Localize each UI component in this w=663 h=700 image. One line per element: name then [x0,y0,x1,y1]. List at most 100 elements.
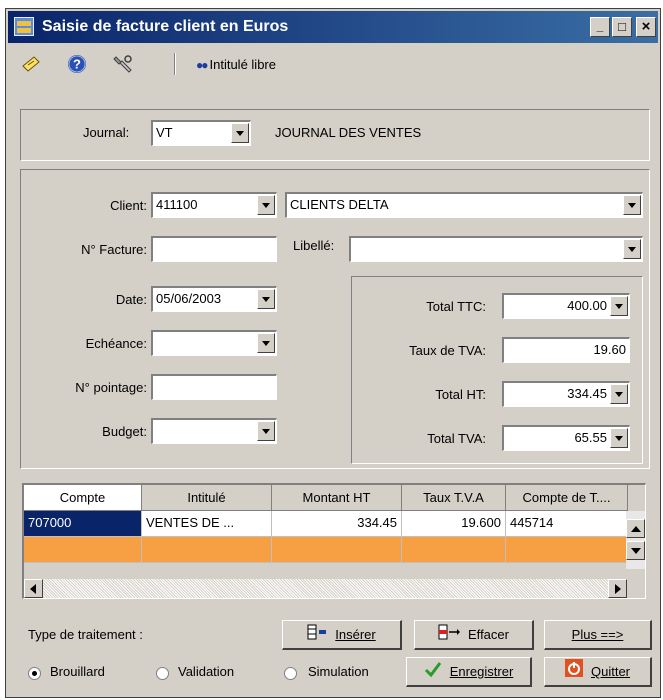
chevron-down-icon[interactable] [610,296,628,316]
client-name-value: CLIENTS DELTA [290,197,389,212]
echeance-label: Echéance: [85,336,147,351]
radio-simulation[interactable] [284,667,297,680]
title-bar[interactable]: Saisie de facture client en Euros _ □ × [8,11,658,43]
entry-grid[interactable]: Compte Intitulé Montant HT Taux T.V.A Co… [22,483,646,599]
budget-label: Budget: [102,424,147,439]
date-label: Date: [115,292,147,307]
pointage-input[interactable] [151,374,277,400]
journal-name: JOURNAL DES VENTES [275,125,422,140]
close-button[interactable]: × [636,17,656,37]
total-ttc-input[interactable]: 400.00 [502,293,630,319]
chevron-down-icon[interactable] [257,333,275,353]
table-cell-compte[interactable]: 707000 [24,511,142,537]
minimize-button[interactable]: _ [590,17,610,37]
help-icon[interactable]: ? [66,53,88,75]
journal-code-select[interactable]: VT [151,120,251,146]
journal-code-value: VT [156,125,173,140]
scroll-up-icon[interactable] [626,519,645,538]
more-label: Plus ==> [571,627,624,642]
budget-select[interactable] [151,418,277,444]
checkmark-icon [424,659,442,686]
insert-label: Insérer [335,627,376,642]
date-value: 05/06/2003 [156,291,222,306]
vertical-scrollbar[interactable] [626,511,645,569]
chevron-down-icon[interactable] [610,384,628,404]
libelle-select[interactable] [349,236,643,262]
simulation-label[interactable]: Simulation [308,664,369,679]
table-cell-compte-tva[interactable]: 445714 [506,511,628,537]
scroll-right-icon[interactable] [608,579,627,598]
total-tva-value: 65.55 [574,430,607,445]
column-header-compte-tva[interactable]: Compte de T.... [506,485,628,511]
table-cell-intitule[interactable]: VENTES DE ... [142,511,272,537]
date-picker[interactable]: 05/06/2003 [151,286,277,312]
new-row-cell[interactable] [402,537,506,563]
new-row-cell[interactable] [142,537,272,563]
scroll-down-icon[interactable] [626,541,645,560]
column-header-taux-tva[interactable]: Taux T.V.A [402,485,506,511]
client-name-select[interactable]: CLIENTS DELTA [285,192,643,218]
note-icon[interactable] [20,53,42,75]
new-row-cell[interactable] [506,537,628,563]
save-button[interactable]: Enregistrer [406,657,532,687]
insert-row-icon [307,622,327,649]
chevron-down-icon[interactable] [257,289,275,309]
radio-validation[interactable] [156,667,169,680]
column-header-compte[interactable]: Compte [24,485,142,511]
delete-row-icon [438,622,461,649]
chevron-down-icon[interactable] [231,123,249,143]
scroll-left-icon[interactable] [24,579,43,598]
client-label: Client: [110,198,147,213]
tva-rate-label: Taux de TVA: [409,343,486,358]
column-header-montant-ht[interactable]: Montant HT [272,485,402,511]
more-button[interactable]: Plus ==> [544,620,652,650]
total-ht-label: Total HT: [435,387,486,402]
eyes-icon: ●● [196,58,208,72]
pointage-label: N° pointage: [75,380,147,395]
echeance-picker[interactable] [151,330,277,356]
total-ht-input[interactable]: 334.45 [502,381,630,407]
window-title: Saisie de facture client en Euros [42,18,289,35]
quit-button[interactable]: Quitter [544,657,652,687]
table-cell-taux-tva[interactable]: 19.600 [402,511,506,537]
journal-panel: Journal: VT JOURNAL DES VENTES [20,109,650,161]
new-row-cell[interactable] [24,537,142,563]
total-ht-value: 334.45 [567,386,607,401]
invoice-number-input[interactable] [151,236,277,262]
chevron-down-icon[interactable] [610,428,628,448]
intitule-libre-link[interactable]: ●● Intitulé libre [196,57,276,72]
toolbar-separator [174,53,176,75]
power-icon [564,659,583,686]
horizontal-scrollbar[interactable] [24,579,627,598]
type-traitement-label: Type de traitement : [28,627,143,642]
chevron-down-icon[interactable] [257,421,275,441]
tools-icon[interactable] [112,53,134,75]
invoice-window: Saisie de facture client en Euros _ □ × … [5,8,661,698]
table-cell-montant-ht[interactable]: 334.45 [272,511,402,537]
new-row-cell[interactable] [272,537,402,563]
client-code-select[interactable]: 411100 [151,192,277,218]
journal-label: Journal: [83,125,130,140]
maximize-button[interactable]: □ [612,17,632,37]
tva-rate-input[interactable]: 19.60 [502,337,630,363]
validation-label[interactable]: Validation [178,664,234,679]
chevron-down-icon[interactable] [257,195,275,215]
chevron-down-icon[interactable] [623,239,641,259]
delete-label: Effacer [468,627,509,642]
svg-text:?: ? [73,57,81,72]
app-icon [14,17,34,36]
delete-button[interactable]: Effacer [414,620,534,650]
radio-brouillard[interactable] [28,667,41,680]
column-header-intitule[interactable]: Intitulé [142,485,272,511]
intitule-libre-label: Intitulé libre [209,57,276,72]
insert-button[interactable]: Insérer [282,620,402,650]
totals-panel: Total TTC: 400.00 Taux de TVA: 19.60 Tot… [351,276,643,464]
invoice-panel: Client: 411100 CLIENTS DELTA N° Facture:… [20,169,650,469]
chevron-down-icon[interactable] [623,195,641,215]
total-tva-input[interactable]: 65.55 [502,425,630,451]
total-ttc-label: Total TTC: [426,299,486,314]
toolbar: ? ●● Intitulé libre [6,47,660,81]
brouillard-label[interactable]: Brouillard [50,664,105,679]
quit-label: Quitter [590,664,630,679]
invoice-number-label: N° Facture: [81,242,147,257]
